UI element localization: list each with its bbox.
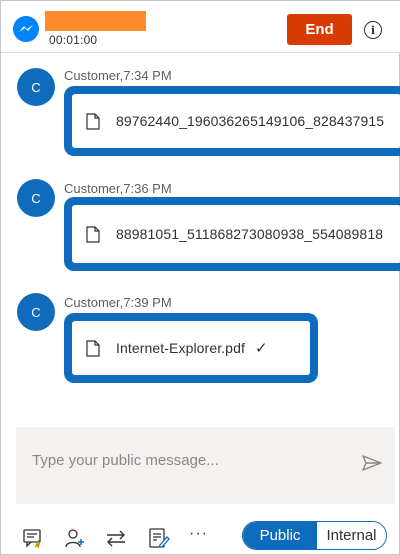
- avatar: C: [17, 68, 55, 106]
- conversation-header: 00:01:00 End i: [1, 1, 400, 53]
- public-internal-toggle: Public Internal: [242, 521, 387, 550]
- sender-name: Customer,: [64, 295, 124, 310]
- transfer-icon[interactable]: [105, 528, 127, 548]
- message-time: 7:39 PM: [123, 295, 172, 310]
- attachment-bubble: 89762440_196036265149106_828437915: [64, 86, 400, 156]
- attachment-bubble: 88981051_511868273080938_554089818: [64, 197, 400, 271]
- quick-replies-icon[interactable]: [23, 528, 45, 548]
- more-icon[interactable]: ···: [189, 525, 208, 543]
- message-composer: [16, 427, 395, 504]
- file-icon: [86, 339, 100, 357]
- attachment-card[interactable]: 88981051_511868273080938_554089818: [72, 205, 400, 263]
- file-name: 88981051_511868273080938_554089818: [116, 226, 384, 242]
- attachment-bubble: Internet-Explorer.pdf ✓: [64, 313, 318, 383]
- add-participant-icon[interactable]: [64, 528, 86, 548]
- attachment-card[interactable]: Internet-Explorer.pdf ✓: [72, 321, 310, 375]
- message-time: 7:34 PM: [123, 68, 172, 83]
- customer-name-redacted: [45, 11, 146, 31]
- file-name: Internet-Explorer.pdf: [116, 340, 245, 356]
- message-input[interactable]: [16, 427, 346, 483]
- message-meta: Customer,7:39 PM: [64, 295, 172, 310]
- sender-name: Customer,: [64, 181, 124, 196]
- sender-name: Customer,: [64, 68, 124, 83]
- message-time: 7:36 PM: [123, 181, 172, 196]
- file-name: 89762440_196036265149106_828437915: [116, 113, 385, 129]
- send-icon[interactable]: [362, 455, 382, 471]
- checkmark-icon: ✓: [254, 340, 268, 357]
- avatar: C: [17, 179, 55, 217]
- message-list[interactable]: C Customer,7:34 PM 89762440_196036265149…: [1, 54, 400, 409]
- public-mode-button[interactable]: Public: [243, 522, 317, 549]
- messenger-icon: [13, 16, 39, 42]
- message-meta: Customer,7:34 PM: [64, 68, 172, 83]
- attachment-card[interactable]: 89762440_196036265149106_828437915: [72, 94, 400, 148]
- notes-icon[interactable]: [148, 528, 170, 548]
- message-meta: Customer,7:36 PM: [64, 181, 172, 196]
- end-button[interactable]: End: [287, 14, 352, 45]
- internal-mode-button[interactable]: Internal: [317, 522, 386, 549]
- info-icon[interactable]: i: [364, 21, 382, 39]
- file-icon: [86, 225, 100, 243]
- file-icon: [86, 112, 100, 130]
- call-timer: 00:01:00: [49, 33, 98, 47]
- chat-panel: 00:01:00 End i C Customer,7:34 PM 897624…: [0, 0, 400, 555]
- avatar: C: [17, 293, 55, 331]
